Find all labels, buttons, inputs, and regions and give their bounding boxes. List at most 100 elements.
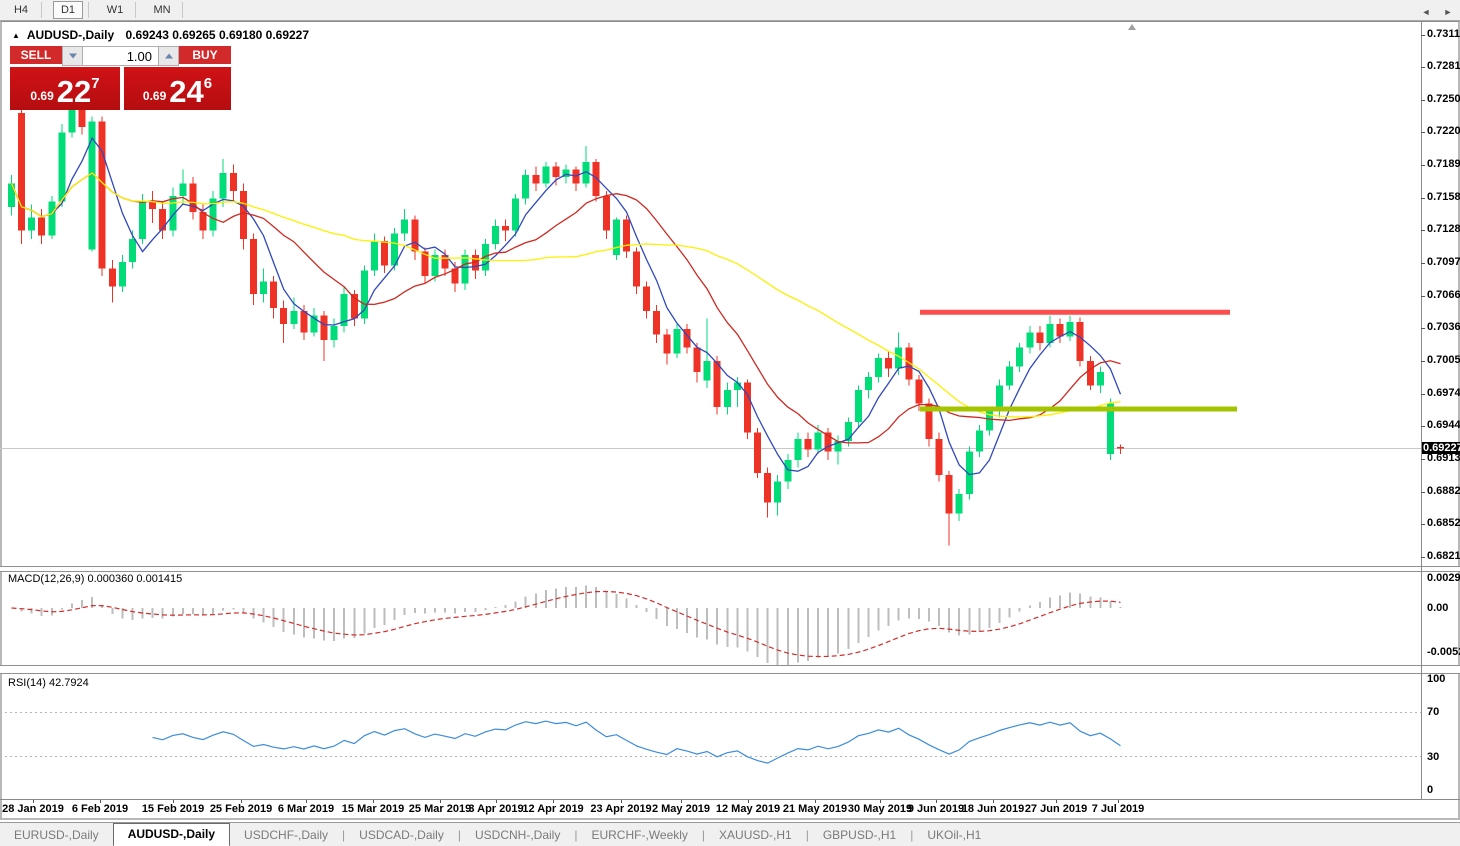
rsi-indicator-pane[interactable] [0, 674, 1421, 799]
candle-body [1016, 347, 1024, 367]
time-axis-label: 6 Feb 2019 [71, 803, 129, 815]
time-axis-label: 3 Apr 2019 [468, 803, 524, 815]
candle-body [774, 481, 782, 503]
candle-body [48, 201, 56, 236]
rsi-label: RSI(14) 42.7924 [8, 677, 89, 689]
time-axis-tick [173, 800, 174, 803]
candle-body [58, 132, 66, 202]
mt4-window: H4 D1 W1 MN ▲ AUDUSD-,Daily 0.69243 0.69265… [0, 0, 1460, 846]
macd-indicator-pane[interactable] [0, 572, 1421, 665]
candle-body [673, 329, 681, 354]
price-axis-tick [1421, 67, 1425, 69]
tab-scroll-right-button[interactable]: ► [1440, 5, 1456, 19]
chart-ohlc-header: ▲ AUDUSD-,Daily 0.69243 0.69265 0.69180 … [12, 28, 309, 42]
candle-body [38, 217, 46, 236]
fast-ma-line [10, 136, 1122, 476]
candle-body [754, 432, 762, 473]
chart-tab-usdcnhdaily[interactable]: USDCNH-,Daily [461, 825, 574, 846]
candle-body [522, 174, 530, 199]
time-axis-divider [0, 799, 1460, 800]
price-axis-tick [1421, 35, 1425, 36]
triangle-down-icon [68, 53, 77, 59]
sell-price-box[interactable]: 0.69 22 7 [10, 67, 120, 110]
candle-body [330, 326, 338, 340]
price-axis-label: 0.68520 [1427, 516, 1460, 529]
price-axis-label: 0.70970 [1427, 256, 1460, 269]
candle-body [844, 421, 852, 441]
price-axis-label: 0.70050 [1427, 354, 1460, 367]
time-axis-tick [880, 800, 881, 803]
chart-tab-usdchfdaily[interactable]: USDCHF-,Daily [230, 825, 342, 846]
candle-body [814, 432, 822, 450]
candle-body [381, 240, 389, 266]
candle-body [602, 196, 610, 231]
candle-body [1086, 361, 1094, 386]
candle-body [663, 334, 671, 354]
candle-body [743, 382, 751, 433]
candle-body [532, 174, 540, 184]
price-axis-label: 0.68210 [1427, 549, 1460, 562]
price-axis-label: 0.71585 [1427, 190, 1460, 203]
sell-button[interactable]: SELL [10, 46, 62, 66]
candle-body [713, 361, 721, 407]
pane-splitter[interactable] [0, 665, 1460, 674]
volume-decrease-button[interactable] [62, 46, 83, 66]
symbol-collapse-icon[interactable]: ▲ [12, 31, 20, 40]
price-axis-label: 0.69440 [1427, 419, 1460, 432]
candle-body [128, 238, 136, 263]
price-axis-tick [1421, 295, 1425, 297]
chart-tab-gbpusdh1[interactable]: GBPUSD-,H1 [809, 825, 910, 846]
price-axis-tick [1421, 99, 1425, 101]
sell-price-main: 22 [56, 74, 92, 109]
candle-body [1006, 366, 1014, 386]
chart-tab-eurusddaily[interactable]: EURUSD-,Daily [0, 825, 113, 846]
pane-splitter[interactable] [0, 566, 1460, 572]
time-axis-label: 9 Jun 2019 [907, 803, 965, 815]
candle-body [320, 315, 328, 340]
candle-body [290, 311, 298, 324]
price-axis-tick [1421, 328, 1425, 330]
time-axis-label: 12 May 2019 [715, 803, 781, 815]
rsi-axis-label: 100 [1427, 673, 1446, 685]
chart-tab-usdcaddaily[interactable]: USDCAD-,Daily [345, 825, 458, 846]
time-axis-label: 12 Apr 2019 [522, 803, 584, 815]
candle-body [723, 389, 731, 407]
candle-body [552, 166, 560, 178]
time-axis-tick [1056, 800, 1057, 803]
candle-body [703, 361, 711, 381]
timeframe-button-w1[interactable]: W1 [100, 1, 130, 19]
candle-body [159, 208, 167, 231]
buy-button[interactable]: BUY [179, 46, 231, 66]
time-axis-tick [681, 800, 682, 803]
chart-shift-marker-icon[interactable] [1128, 24, 1136, 30]
chart-tab-audusddaily[interactable]: AUDUSD-,Daily [112, 823, 231, 846]
time-axis-label: 7 Jul 2019 [1091, 803, 1145, 815]
time-axis-tick [306, 800, 307, 803]
timeframe-button-mn[interactable]: MN [147, 1, 177, 19]
macd-axis-label: -0.00525 [1427, 646, 1460, 658]
chart-ohlc-values: 0.69243 0.69265 0.69180 0.69227 [125, 28, 310, 42]
time-axis-tick [993, 800, 994, 803]
time-axis-tick [748, 800, 749, 803]
timeframe-button-d1[interactable]: D1 [53, 1, 83, 19]
rsi-axis-label: 0 [1427, 784, 1434, 796]
buy-price-box[interactable]: 0.69 24 6 [124, 67, 231, 110]
candle-body [1026, 332, 1034, 348]
volume-input[interactable] [83, 46, 158, 66]
timeframe-button-h4[interactable]: H4 [6, 1, 36, 19]
chart-tab-ukoilh1[interactable]: UKOil-,H1 [913, 825, 995, 846]
candle-body [219, 172, 227, 199]
chart-tab-xauusdh1[interactable]: XAUUSD-,H1 [705, 825, 806, 846]
time-axis-label: 18 Jun 2019 [961, 803, 1025, 815]
candle-body [179, 183, 187, 197]
time-axis-tick [440, 800, 441, 803]
candle-body [1096, 371, 1104, 386]
chart-tab-eurchfweekly[interactable]: EURCHF-,Weekly [577, 825, 701, 846]
chart-tab-bar: EURUSD-,Daily AUDUSD-,Daily USDCHF-,Daily |… [0, 822, 1460, 846]
tab-scroll-left-button[interactable]: ◄ [1418, 5, 1434, 19]
volume-increase-button[interactable] [158, 46, 179, 66]
macd-axis-label: 0.00 [1427, 602, 1449, 614]
price-axis-label: 0.69130 [1427, 452, 1460, 465]
price-axis-label: 0.69745 [1427, 386, 1460, 399]
price-axis-tick [1421, 230, 1425, 232]
